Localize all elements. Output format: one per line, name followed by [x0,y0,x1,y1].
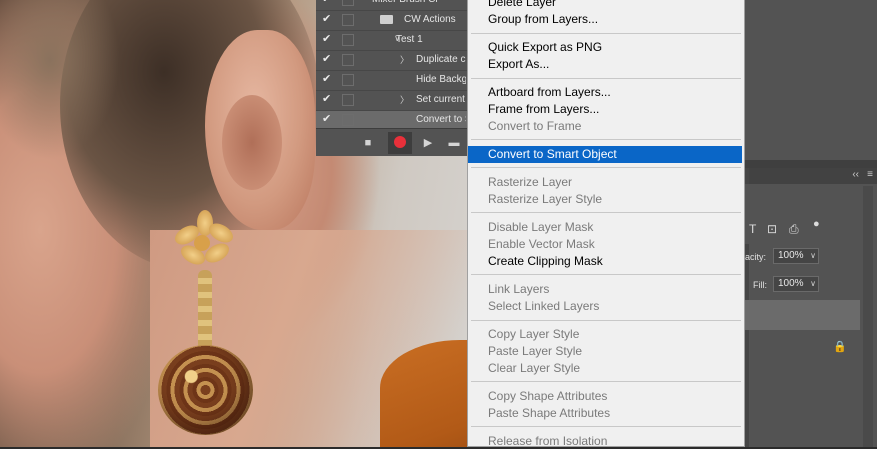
panel-divider[interactable] [745,160,877,168]
ear-inner [222,95,282,190]
folder-icon [380,15,393,24]
disclosure-triangle-icon[interactable]: 〉 [400,93,409,106]
menu-item-paste-layer-style: Paste Layer Style [488,344,583,358]
menu-item-quick-export-as-png[interactable]: Quick Export as PNG [488,40,602,55]
new-set-folder-icon[interactable]: ▬ [446,135,462,151]
fill-field[interactable]: 100% ∨ [773,276,819,292]
menu-item-frame-from-layers[interactable]: Frame from Layers... [488,102,599,117]
menu-item-delete-layer[interactable]: Delete Layer [488,0,556,10]
action-label: Duplicate c [416,54,466,65]
checkmark-icon[interactable]: ✔ [322,53,334,65]
lock-icon[interactable]: 🔒 [833,340,847,353]
action-label: Hide Backg [416,74,466,85]
menu-separator [471,320,741,321]
record-icon [394,136,406,148]
menu-item-enable-vector-mask: Enable Vector Mask [488,237,595,251]
chevron-down-icon[interactable]: ∨ [810,249,816,263]
fill-label: Fill: [753,280,767,290]
menu-item-disable-layer-mask: Disable Layer Mask [488,220,594,234]
play-button[interactable]: ▶ [420,135,436,151]
menu-separator [471,212,741,213]
shape-filter-icon[interactable]: ⊡ [767,222,777,236]
opacity-label: acity: [745,252,767,262]
menu-item-copy-layer-style: Copy Layer Style [488,327,580,341]
checkmark-icon[interactable]: ✔ [322,73,334,85]
checkmark-icon[interactable]: ✔ [322,33,334,45]
action-row[interactable]: ✔ ∨ Test 1 [316,30,468,51]
earring-flower [170,210,240,275]
opacity-value: 100% [778,250,804,261]
panel-scrollbar[interactable] [863,186,873,447]
action-row[interactable]: ✔ Mixer Brush Cl [316,0,468,11]
actions-panel: ✔ Convert to S ✔ 〉 Set current ✔ Hide Backg ✔ 〉 D… [316,0,469,156]
dialog-toggle-box[interactable] [342,0,354,6]
disclosure-triangle-icon[interactable]: 〉 [400,53,409,66]
checkmark-icon[interactable]: ✔ [322,93,334,105]
stop-recording-button[interactable]: ■ [360,135,376,151]
menu-item-convert-to-frame: Convert to Frame [488,119,582,133]
menu-item-rasterize-layer: Rasterize Layer [488,175,573,189]
menu-item-rasterize-layer-style: Rasterize Layer Style [488,192,603,206]
checkmark-icon[interactable]: ✔ [322,13,334,25]
dialog-toggle-box[interactable] [342,14,354,26]
dialog-toggle-box[interactable] [342,94,354,106]
collapse-icon[interactable]: ‹‹ [852,169,859,180]
earring-ball [158,345,253,435]
menu-item-copy-shape-attributes: Copy Shape Attributes [488,389,608,403]
action-label: Mixer Brush Cl [372,0,466,5]
layer-row[interactable] [745,300,860,330]
layers-panel-header: ‹‹ ≡ [745,168,877,184]
layer-context-menu: Delete Layer Group from Layers... Quick Ex… [467,0,745,448]
action-label: Convert to S [416,114,466,125]
dialog-toggle-box[interactable] [342,74,354,86]
actions-toolbar: ■ ▶ ▬ [316,128,468,156]
menu-item-create-clipping-mask[interactable]: Create Clipping Mask [488,254,603,269]
filter-toggle-icon[interactable]: ● [813,218,820,230]
menu-separator [471,139,741,140]
menu-item-paste-shape-attributes: Paste Shape Attributes [488,406,611,420]
action-row[interactable]: ✔ 〉 Set current [316,90,468,111]
smartobject-filter-icon[interactable]: ⎙ [789,222,799,237]
type-filter-icon[interactable]: T [749,222,756,236]
dialog-toggle-box[interactable] [342,54,354,66]
earring-chain [198,270,212,350]
menu-separator [471,426,741,427]
menu-item-link-layers: Link Layers [488,282,550,296]
action-label: Set current [416,94,465,105]
menu-item-artboard-from-layers[interactable]: Artboard from Layers... [488,85,611,100]
menu-separator [471,78,741,79]
action-label: Test 1 [396,34,423,45]
action-row[interactable]: ✔ Hide Backg [316,70,468,91]
menu-separator [471,274,741,275]
chevron-down-icon[interactable]: ∨ [810,277,816,291]
checkmark-icon[interactable]: ✔ [322,0,334,5]
menu-item-select-linked-layers: Select Linked Layers [488,299,600,313]
action-label: CW Actions [404,14,456,25]
menu-item-convert-to-smart-object[interactable]: Convert to Smart Object [488,147,617,162]
menu-item-clear-layer-style: Clear Layer Style [488,361,581,375]
action-row[interactable]: ✔∨CW Actions [316,10,468,31]
fill-value: 100% [778,278,804,289]
menu-item-export-as[interactable]: Export As... [488,57,549,72]
menu-item-group-from-layers[interactable]: Group from Layers... [488,12,598,27]
right-panel-dock: ‹‹ ≡ T ⊡ ⎙ ● acity: 100% ∨ Fill: 100% ∨ … [745,0,877,447]
menu-separator [471,381,741,382]
checkmark-icon[interactable]: ✔ [322,113,334,125]
layers-filter-row: T ⊡ ⎙ ● [745,184,877,244]
menu-separator [471,167,741,168]
opacity-field[interactable]: 100% ∨ [773,248,819,264]
panel-menu-icon[interactable]: ≡ [867,169,873,180]
dialog-toggle-box[interactable] [342,114,354,126]
dialog-toggle-box[interactable] [342,34,354,46]
action-row[interactable]: ✔ 〉 Duplicate c [316,50,468,71]
upper-panel [745,0,877,160]
menu-separator [471,33,741,34]
